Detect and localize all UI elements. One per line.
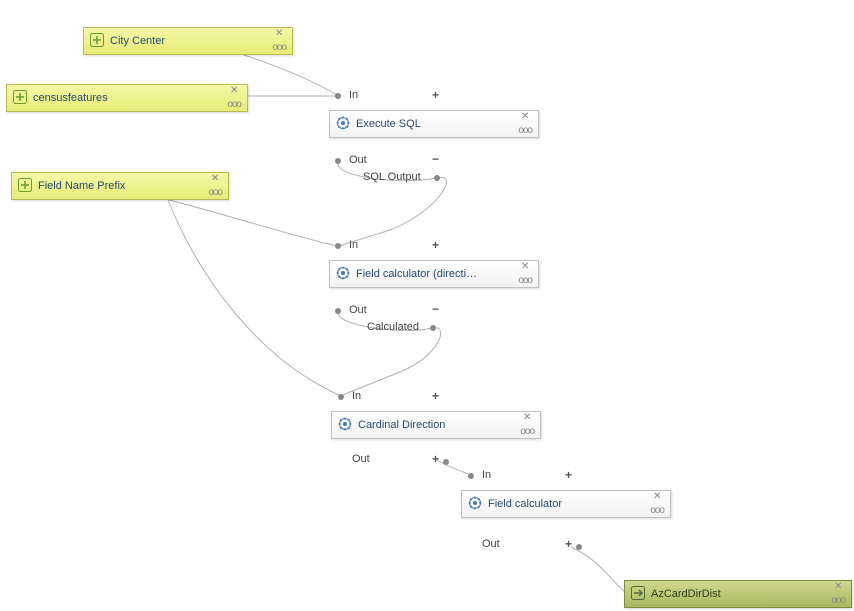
port-dot — [335, 93, 341, 99]
algo-title: Cardinal Direction — [358, 419, 514, 431]
close-icon[interactable]: ✕ — [521, 262, 529, 272]
algo-field-calc-direction[interactable]: Field calculator (directi… ✕ ooo — [329, 260, 539, 288]
gear-icon — [336, 266, 350, 283]
close-icon[interactable]: ✕ — [275, 29, 283, 39]
out-label: Out — [352, 453, 370, 465]
out-label: Out — [349, 154, 367, 166]
close-icon[interactable]: ✕ — [834, 582, 842, 592]
port-dot — [443, 459, 449, 465]
input-title: censusfeatures — [33, 92, 221, 104]
port-dot — [430, 325, 436, 331]
input-city-center[interactable]: City Center ✕ ooo — [83, 27, 293, 55]
algo-title: Execute SQL — [356, 118, 512, 130]
close-icon[interactable]: ✕ — [523, 413, 531, 423]
grip-icon[interactable]: ooo — [520, 427, 534, 437]
grip-icon[interactable]: ooo — [831, 596, 845, 606]
input-title: City Center — [110, 35, 266, 47]
arrow-right-icon — [631, 586, 645, 603]
expand-out-icon[interactable]: + — [565, 537, 572, 551]
model-canvas[interactable]: City Center ✕ ooo censusfeatures ✕ ooo F… — [0, 0, 854, 611]
plus-icon — [18, 178, 32, 195]
plus-icon — [13, 90, 27, 107]
port-dot — [434, 175, 440, 181]
algo-cardinal-direction[interactable]: Cardinal Direction ✕ ooo — [331, 411, 541, 439]
gear-icon — [336, 116, 350, 133]
close-icon[interactable]: ✕ — [211, 174, 219, 184]
out-label: Out — [349, 304, 367, 316]
in-label: In — [482, 469, 491, 481]
out-label: Out — [482, 538, 500, 550]
port-dot — [335, 158, 341, 164]
algo-execute-sql[interactable]: Execute SQL ✕ ooo — [329, 110, 539, 138]
close-icon[interactable]: ✕ — [653, 492, 661, 502]
expand-in-icon[interactable]: + — [432, 389, 439, 403]
input-field-name-prefix[interactable]: Field Name Prefix ✕ ooo — [11, 172, 229, 200]
port-dot — [338, 394, 344, 400]
plus-icon — [90, 33, 104, 50]
algo-title: Field calculator — [488, 498, 644, 510]
port-dot — [468, 473, 474, 479]
in-label: In — [352, 390, 361, 402]
grip-icon[interactable]: ooo — [650, 506, 664, 516]
expand-in-icon[interactable]: + — [432, 88, 439, 102]
grip-icon[interactable]: ooo — [518, 126, 532, 136]
close-icon[interactable]: ✕ — [230, 86, 238, 96]
gear-icon — [468, 496, 482, 513]
gear-icon — [338, 417, 352, 434]
port-dot — [335, 308, 341, 314]
port-dot — [576, 544, 582, 550]
output-title: AzCardDirDist — [651, 588, 825, 600]
grip-icon[interactable]: ooo — [272, 43, 286, 53]
output-name: SQL Output — [363, 171, 421, 183]
expand-out-icon[interactable]: + — [432, 452, 439, 466]
expand-in-icon[interactable]: + — [432, 238, 439, 252]
algo-title: Field calculator (directi… — [356, 268, 512, 280]
grip-icon[interactable]: ooo — [518, 276, 532, 286]
algo-field-calculator[interactable]: Field calculator ✕ ooo — [461, 490, 671, 518]
output-name: Calculated — [367, 321, 419, 333]
in-label: In — [349, 89, 358, 101]
grip-icon[interactable]: ooo — [227, 100, 241, 110]
output-az-card-dir-dist[interactable]: AzCardDirDist ✕ ooo — [624, 580, 852, 608]
in-label: In — [349, 239, 358, 251]
grip-icon[interactable]: ooo — [208, 188, 222, 198]
input-census-features[interactable]: censusfeatures ✕ ooo — [6, 84, 248, 112]
input-title: Field Name Prefix — [38, 180, 202, 192]
expand-in-icon[interactable]: + — [565, 468, 572, 482]
collapse-out-icon[interactable]: − — [432, 302, 439, 316]
close-icon[interactable]: ✕ — [521, 112, 529, 122]
port-dot — [335, 243, 341, 249]
collapse-out-icon[interactable]: − — [432, 152, 439, 166]
